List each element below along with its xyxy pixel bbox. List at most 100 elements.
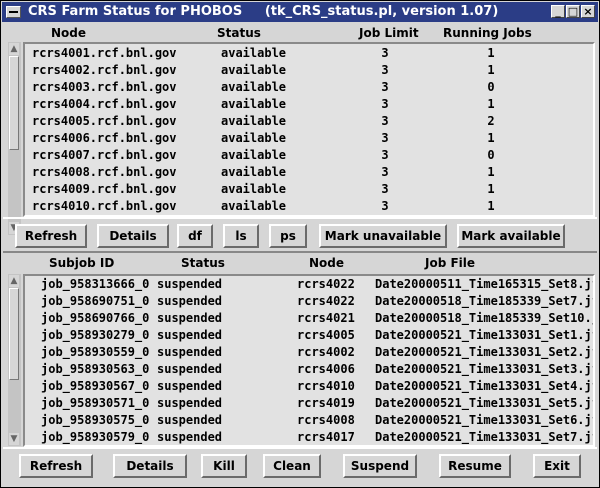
- node-row[interactable]: rcrs4002.rcf.bnl.gov available 3 1: [25, 63, 593, 80]
- job-id-cell: job_958930559_0: [41, 345, 150, 359]
- node-scrollbar[interactable]: ▲ ▼: [8, 42, 21, 235]
- job-id-cell: job_958313666_0: [41, 277, 150, 291]
- resume-button[interactable]: Resume: [439, 454, 511, 478]
- job-node-cell: rcrs4019: [297, 396, 355, 410]
- scroll-down-arrow-icon[interactable]: ▼: [9, 433, 19, 445]
- job-node-cell: rcrs4008: [297, 413, 355, 427]
- job-file-cell: Date20000521_Time133031_Set2.jf: [375, 345, 595, 359]
- title-bar[interactable]: CRS Farm Status for PHOBOS (tk_CRS_statu…: [2, 2, 598, 22]
- node-row[interactable]: rcrs4010.rcf.bnl.gov available 3 1: [25, 199, 593, 215]
- job-node-cell: rcrs4021: [297, 311, 355, 325]
- job-row[interactable]: job_958313666_0 suspended rcrs4022 Date2000…: [25, 277, 593, 294]
- scroll-up-arrow-icon[interactable]: ▲: [9, 275, 19, 287]
- node-name-cell: rcrs4005.rcf.bnl.gov: [32, 114, 177, 128]
- mark-available-button[interactable]: Mark available: [457, 224, 565, 248]
- job-file-cell: Date20000521_Time133031_Set7.jf: [375, 430, 595, 444]
- node-running-cell: 1: [487, 131, 495, 145]
- node-running-cell: 1: [487, 182, 495, 196]
- mark-unavailable-button[interactable]: Mark unavailable: [319, 224, 447, 248]
- node-running-cell: 0: [487, 80, 495, 94]
- suspend-button[interactable]: Suspend: [343, 454, 417, 478]
- df-button[interactable]: df: [177, 224, 213, 248]
- node-limit-cell: 3: [381, 182, 389, 196]
- clean-button[interactable]: Clean: [263, 454, 321, 478]
- node-name-cell: rcrs4010.rcf.bnl.gov: [32, 199, 177, 213]
- node-name-cell: rcrs4004.rcf.bnl.gov: [32, 97, 177, 111]
- node-status-cell: available: [221, 46, 287, 60]
- job-file-cell: Date20000521_Time133031_Set5.jf: [375, 396, 595, 410]
- job-row[interactable]: job_958930575_0 suspended rcrs4008 Date2000…: [25, 413, 593, 430]
- node-limit-cell: 3: [381, 63, 389, 77]
- node-status-cell: available: [221, 131, 287, 145]
- node-details-button[interactable]: Details: [97, 224, 169, 248]
- node-limit-cell: 3: [381, 199, 389, 213]
- job-row[interactable]: job_958930563_0 suspended rcrs4006 Date2000…: [25, 362, 593, 379]
- node-name-cell: rcrs4003.rcf.bnl.gov: [32, 80, 177, 94]
- node-row[interactable]: rcrs4009.rcf.bnl.gov available 3 1: [25, 182, 593, 199]
- node-row[interactable]: rcrs4008.rcf.bnl.gov available 3 1: [25, 165, 593, 182]
- node-status-cell: available: [221, 148, 287, 162]
- job-row[interactable]: job_958690751_0 suspended rcrs4022 Date2000…: [25, 294, 593, 311]
- node-row[interactable]: rcrs4007.rcf.bnl.gov available 3 0: [25, 148, 593, 165]
- main-window: CRS Farm Status for PHOBOS (tk_CRS_statu…: [0, 0, 600, 488]
- job-header-node: Node: [309, 256, 345, 270]
- node-limit-cell: 3: [381, 131, 389, 145]
- node-name-cell: rcrs4002.rcf.bnl.gov: [32, 63, 177, 77]
- job-scroll-thumb[interactable]: [9, 288, 19, 380]
- job-id-cell: job_958930279_0: [41, 328, 150, 342]
- job-header-subjob-id: Subjob ID: [49, 256, 115, 270]
- node-header-running-jobs: Running Jobs: [443, 26, 532, 40]
- node-scroll-thumb[interactable]: [9, 56, 19, 150]
- ls-button[interactable]: ls: [223, 224, 259, 248]
- node-running-cell: 1: [487, 97, 495, 111]
- close-icon[interactable]: ×: [581, 5, 595, 18]
- job-id-cell: job_958690751_0: [41, 294, 150, 308]
- maximize-icon[interactable]: □: [566, 5, 580, 18]
- job-row[interactable]: job_958930279_0 suspended rcrs4005 Date2000…: [25, 328, 593, 345]
- node-row[interactable]: rcrs4003.rcf.bnl.gov available 3 0: [25, 80, 593, 97]
- node-refresh-button[interactable]: Refresh: [15, 224, 87, 248]
- node-running-cell: 1: [487, 46, 495, 60]
- job-node-cell: rcrs4006: [297, 362, 355, 376]
- window-title-subtitle: (tk_CRS_status.pl, version 1.07): [264, 4, 499, 19]
- job-row[interactable]: job_958690766_0 suspended rcrs4021 Date2000…: [25, 311, 593, 328]
- node-button-bar: Refresh Details df ls ps Mark unavailabl…: [3, 217, 597, 253]
- node-pane: Node Status Job Limit Running Jobs ▲ ▼ r…: [3, 23, 597, 235]
- node-row[interactable]: rcrs4005.rcf.bnl.gov available 3 2: [25, 114, 593, 131]
- job-header-job-file: Job File: [425, 256, 476, 270]
- ps-button[interactable]: ps: [269, 224, 307, 248]
- kill-button[interactable]: Kill: [201, 454, 247, 478]
- job-row[interactable]: job_958930559_0 suspended rcrs4002 Date2000…: [25, 345, 593, 362]
- node-row[interactable]: rcrs4004.rcf.bnl.gov available 3 1: [25, 97, 593, 114]
- job-row[interactable]: job_958930567_0 suspended rcrs4010 Date2000…: [25, 379, 593, 396]
- node-row[interactable]: rcrs4006.rcf.bnl.gov available 3 1: [25, 131, 593, 148]
- node-status-cell: available: [221, 182, 287, 196]
- node-name-cell: rcrs4007.rcf.bnl.gov: [32, 148, 177, 162]
- window-title-main: CRS Farm Status for PHOBOS: [28, 4, 243, 19]
- job-scrollbar[interactable]: ▲ ▼: [8, 274, 21, 446]
- node-running-cell: 1: [487, 199, 495, 213]
- job-refresh-button[interactable]: Refresh: [19, 454, 93, 478]
- node-list[interactable]: rcrs4001.rcf.bnl.gov available 3 1 rcrs4002.…: [23, 42, 595, 217]
- job-node-cell: rcrs4017: [297, 430, 355, 444]
- node-limit-cell: 3: [381, 165, 389, 179]
- node-running-cell: 0: [487, 148, 495, 162]
- system-menu-icon[interactable]: [6, 6, 21, 18]
- node-row[interactable]: rcrs4001.rcf.bnl.gov available 3 1: [25, 46, 593, 63]
- node-limit-cell: 3: [381, 148, 389, 162]
- job-file-cell: Date20000518_Time185339_Set7.jf: [375, 294, 595, 308]
- job-row[interactable]: job_958930579_0 suspended rcrs4017 Date2000…: [25, 430, 595, 445]
- window-title: CRS Farm Status for PHOBOS (tk_CRS_statu…: [28, 4, 498, 19]
- node-name-cell: rcrs4008.rcf.bnl.gov: [32, 165, 177, 179]
- minimize-icon[interactable]: _: [551, 5, 565, 18]
- node-running-cell: 2: [487, 114, 495, 128]
- scroll-up-arrow-icon[interactable]: ▲: [9, 43, 19, 55]
- job-row[interactable]: job_958930571_0 suspended rcrs4019 Date2000…: [25, 396, 593, 413]
- job-status-cell: suspended: [157, 294, 223, 308]
- job-details-button[interactable]: Details: [113, 454, 187, 478]
- job-file-cell: Date20000521_Time133031_Set1.jf: [375, 328, 595, 342]
- job-list[interactable]: job_958313666_0 suspended rcrs4022 Date2000…: [23, 274, 595, 447]
- job-node-cell: rcrs4005: [297, 328, 355, 342]
- job-file-cell: Date20000511_Time165315_Set8.jf: [375, 277, 595, 291]
- exit-button[interactable]: Exit: [533, 454, 581, 478]
